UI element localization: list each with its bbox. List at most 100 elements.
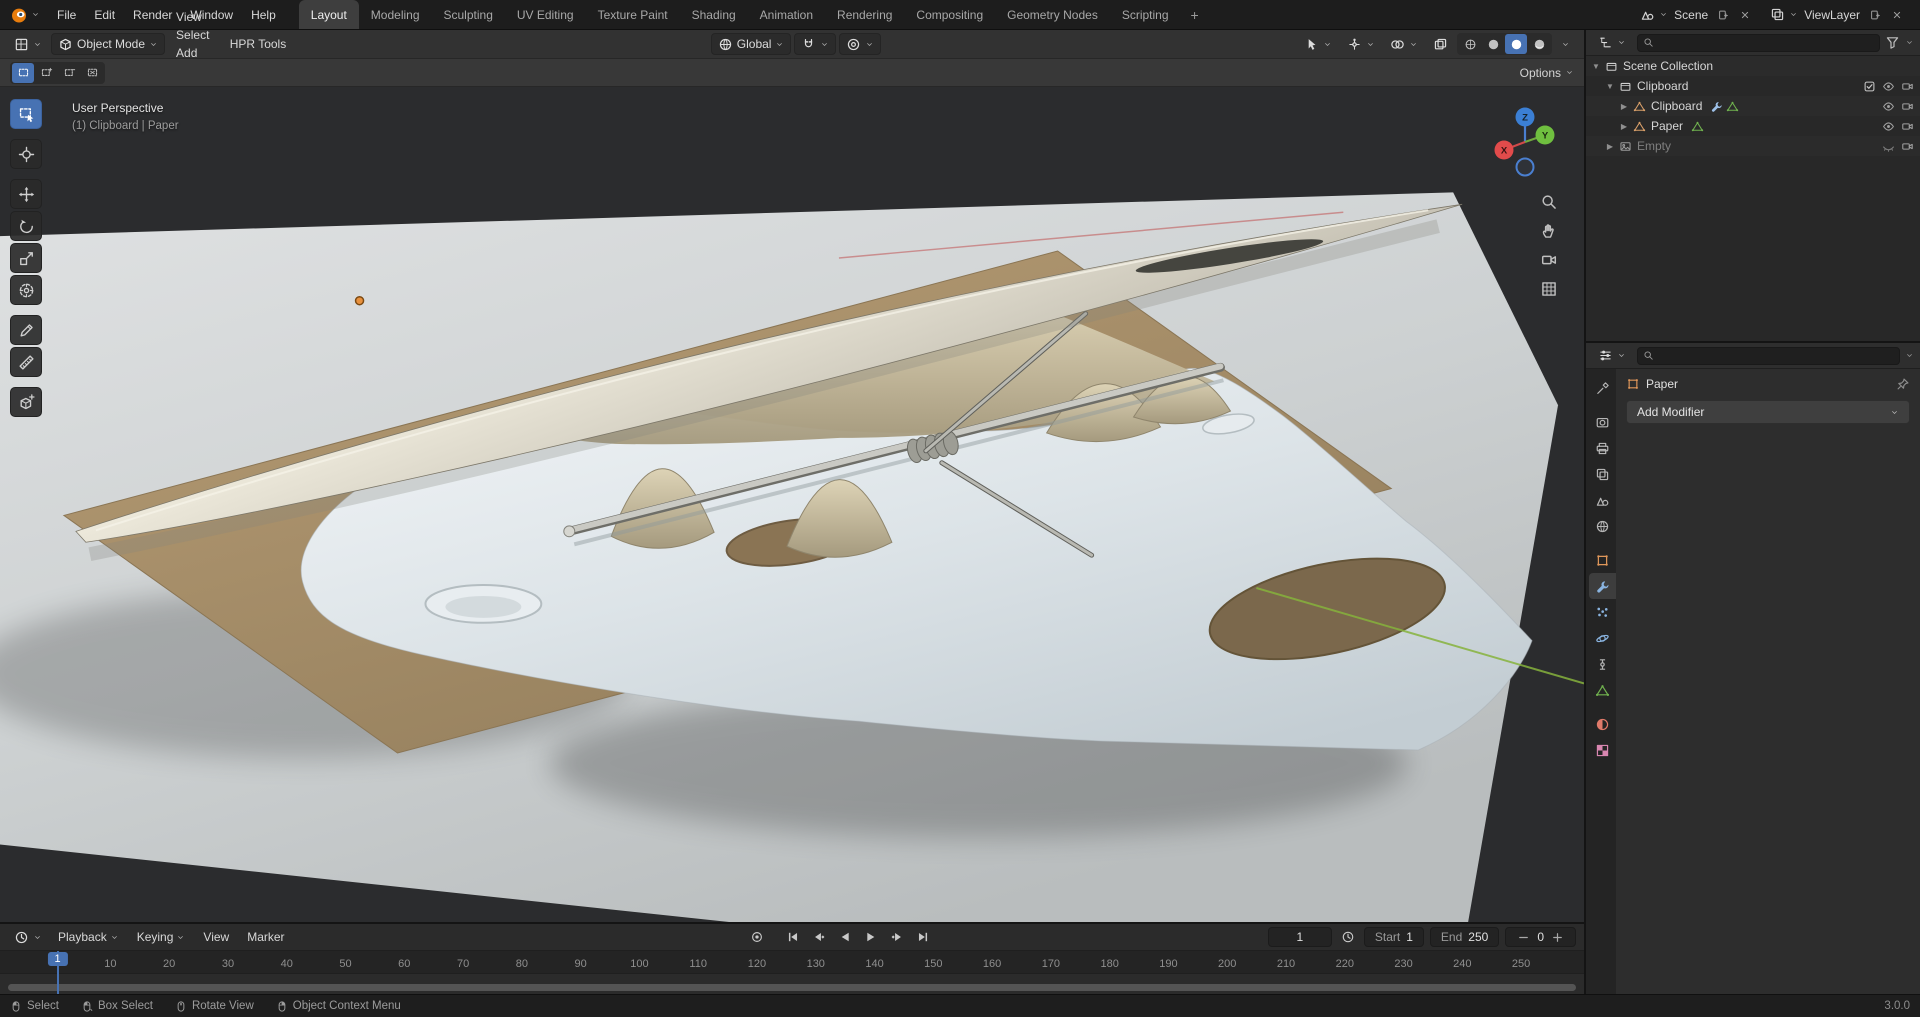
eye-toggle-icon[interactable] — [1882, 100, 1895, 113]
playhead-frame-chip[interactable]: 1 — [47, 952, 67, 966]
select-mode-new-button[interactable] — [12, 63, 34, 83]
camera-toggle-icon[interactable] — [1901, 120, 1914, 133]
chevron-down-icon[interactable] — [1905, 38, 1914, 47]
add-workspace-button[interactable]: + — [1181, 0, 1209, 29]
properties-tab-physics[interactable] — [1589, 625, 1616, 651]
show-gizmo-toggle[interactable] — [1341, 35, 1381, 54]
shading-wireframe-button[interactable] — [1459, 34, 1481, 54]
outliner-row-paper[interactable]: ▶Paper — [1586, 116, 1920, 136]
frame-start-field[interactable]: Start 1 — [1364, 927, 1424, 947]
menu-help[interactable]: Help — [242, 0, 285, 29]
timeline-menu-marker[interactable]: Marker — [239, 928, 292, 946]
timeline-menu-playback[interactable]: Playback — [50, 928, 127, 946]
tool-transform[interactable] — [10, 275, 42, 305]
timeline-menu-keying[interactable]: Keying — [129, 928, 194, 946]
eye-closed-toggle-icon[interactable] — [1882, 140, 1895, 153]
workspace-tab-texture-paint[interactable]: Texture Paint — [586, 0, 680, 29]
gizmo-z-negative-axis[interactable] — [1517, 159, 1534, 176]
filter-icon[interactable] — [1885, 35, 1900, 50]
expander-icon[interactable]: ▶ — [1618, 122, 1630, 131]
timeline-ruler[interactable]: 1020304050607080901001101201301401501601… — [0, 951, 1584, 974]
menu-edit[interactable]: Edit — [85, 0, 124, 29]
expander-icon[interactable]: ▼ — [1590, 62, 1602, 71]
tool-add-cube[interactable] — [10, 387, 42, 417]
outliner-row-scene-collection[interactable]: ▼Scene Collection — [1586, 56, 1920, 76]
camera-view-button[interactable] — [1540, 251, 1558, 269]
pin-id-toggle[interactable] — [1896, 377, 1910, 391]
properties-tab-tool[interactable] — [1589, 375, 1616, 401]
select-mode-extend-button[interactable] — [35, 63, 57, 83]
remove-viewlayer-button[interactable] — [1888, 6, 1906, 24]
properties-tab-texture[interactable] — [1589, 737, 1616, 763]
outliner-search-box[interactable] — [1637, 34, 1880, 52]
workspace-tab-modeling[interactable]: Modeling — [359, 0, 432, 29]
transform-orientation-selector[interactable]: Global — [711, 33, 792, 55]
eye-toggle-icon[interactable] — [1882, 120, 1895, 133]
camera-toggle-icon[interactable] — [1901, 80, 1914, 93]
tool-measure[interactable] — [10, 347, 42, 377]
frame-stepper-field[interactable]: 0 — [1505, 927, 1576, 947]
auto-keying-toggle[interactable] — [745, 926, 769, 948]
timeline-scrollbar[interactable] — [8, 984, 1576, 991]
expander-icon[interactable]: ▶ — [1604, 142, 1616, 151]
outliner-search-input[interactable] — [1658, 37, 1874, 49]
new-scene-button[interactable] — [1714, 6, 1732, 24]
blender-app-menu-button[interactable] — [0, 0, 48, 29]
properties-tab-data[interactable] — [1589, 677, 1616, 703]
properties-tab-constraints[interactable] — [1589, 651, 1616, 677]
previous-keyframe-button[interactable] — [807, 926, 831, 948]
menu-file[interactable]: File — [48, 0, 85, 29]
checkbox-toggle-icon[interactable] — [1863, 80, 1876, 93]
mode-selector[interactable]: Object Mode — [51, 33, 165, 55]
workspace-tab-compositing[interactable]: Compositing — [904, 0, 995, 29]
properties-tab-scene[interactable] — [1589, 487, 1616, 513]
workspace-tab-geometry-nodes[interactable]: Geometry Nodes — [995, 0, 1110, 29]
timeline-track[interactable] — [0, 974, 1584, 994]
viewlayer-selector[interactable]: ViewLayer — [1766, 4, 1910, 26]
jump-to-end-button[interactable] — [911, 926, 935, 948]
shading-material-button[interactable] — [1505, 34, 1527, 54]
pan-view-button[interactable] — [1540, 222, 1558, 240]
properties-search-input[interactable] — [1658, 350, 1894, 362]
increment-button[interactable] — [1550, 930, 1565, 945]
timeline-editor-type-button[interactable] — [8, 928, 48, 947]
toggle-xray-button[interactable] — [1427, 35, 1454, 54]
tool-cursor[interactable] — [10, 139, 42, 169]
properties-search-box[interactable] — [1637, 347, 1900, 365]
editor-type-button[interactable] — [8, 35, 48, 54]
chevron-down-icon[interactable] — [1905, 351, 1914, 360]
decrement-button[interactable] — [1516, 930, 1531, 945]
workspace-tab-sculpting[interactable]: Sculpting — [432, 0, 505, 29]
properties-tab-world[interactable] — [1589, 513, 1616, 539]
properties-editor-type-button[interactable] — [1592, 346, 1632, 365]
playhead[interactable]: 1 — [57, 951, 59, 994]
shading-rendered-button[interactable] — [1528, 34, 1550, 54]
shading-options-dropdown[interactable] — [1555, 38, 1576, 51]
viewport-menu-view[interactable]: View — [168, 8, 219, 26]
outliner-row-clipboard[interactable]: ▶Clipboard — [1586, 96, 1920, 116]
jump-to-start-button[interactable] — [781, 926, 805, 948]
zoom-view-button[interactable] — [1540, 193, 1558, 211]
delete-scene-button[interactable] — [1736, 6, 1754, 24]
expander-icon[interactable]: ▼ — [1604, 82, 1616, 91]
camera-toggle-icon[interactable] — [1901, 140, 1914, 153]
eye-toggle-icon[interactable] — [1882, 80, 1895, 93]
properties-tab-output[interactable] — [1589, 435, 1616, 461]
add-modifier-button[interactable]: Add Modifier — [1626, 400, 1910, 424]
preview-range-toggle[interactable] — [1338, 926, 1358, 948]
timeline-menu-view[interactable]: View — [195, 928, 237, 946]
properties-tab-viewlayer[interactable] — [1589, 461, 1616, 487]
next-keyframe-button[interactable] — [885, 926, 909, 948]
options-dropdown[interactable]: Options — [1520, 66, 1574, 80]
selectability-visibility-dropdown[interactable] — [1298, 35, 1338, 54]
viewport-menu-select[interactable]: Select — [168, 26, 219, 44]
expander-icon[interactable]: ▶ — [1618, 102, 1630, 111]
select-mode-subtract-button[interactable] — [58, 63, 80, 83]
workspace-tab-shading[interactable]: Shading — [680, 0, 748, 29]
outliner-row-empty[interactable]: ▶Empty — [1586, 136, 1920, 156]
properties-tab-particles[interactable] — [1589, 599, 1616, 625]
frame-end-field[interactable]: End 250 — [1430, 927, 1499, 947]
tool-move[interactable] — [10, 179, 42, 209]
play-button[interactable] — [859, 926, 883, 948]
tool-scale[interactable] — [10, 243, 42, 273]
